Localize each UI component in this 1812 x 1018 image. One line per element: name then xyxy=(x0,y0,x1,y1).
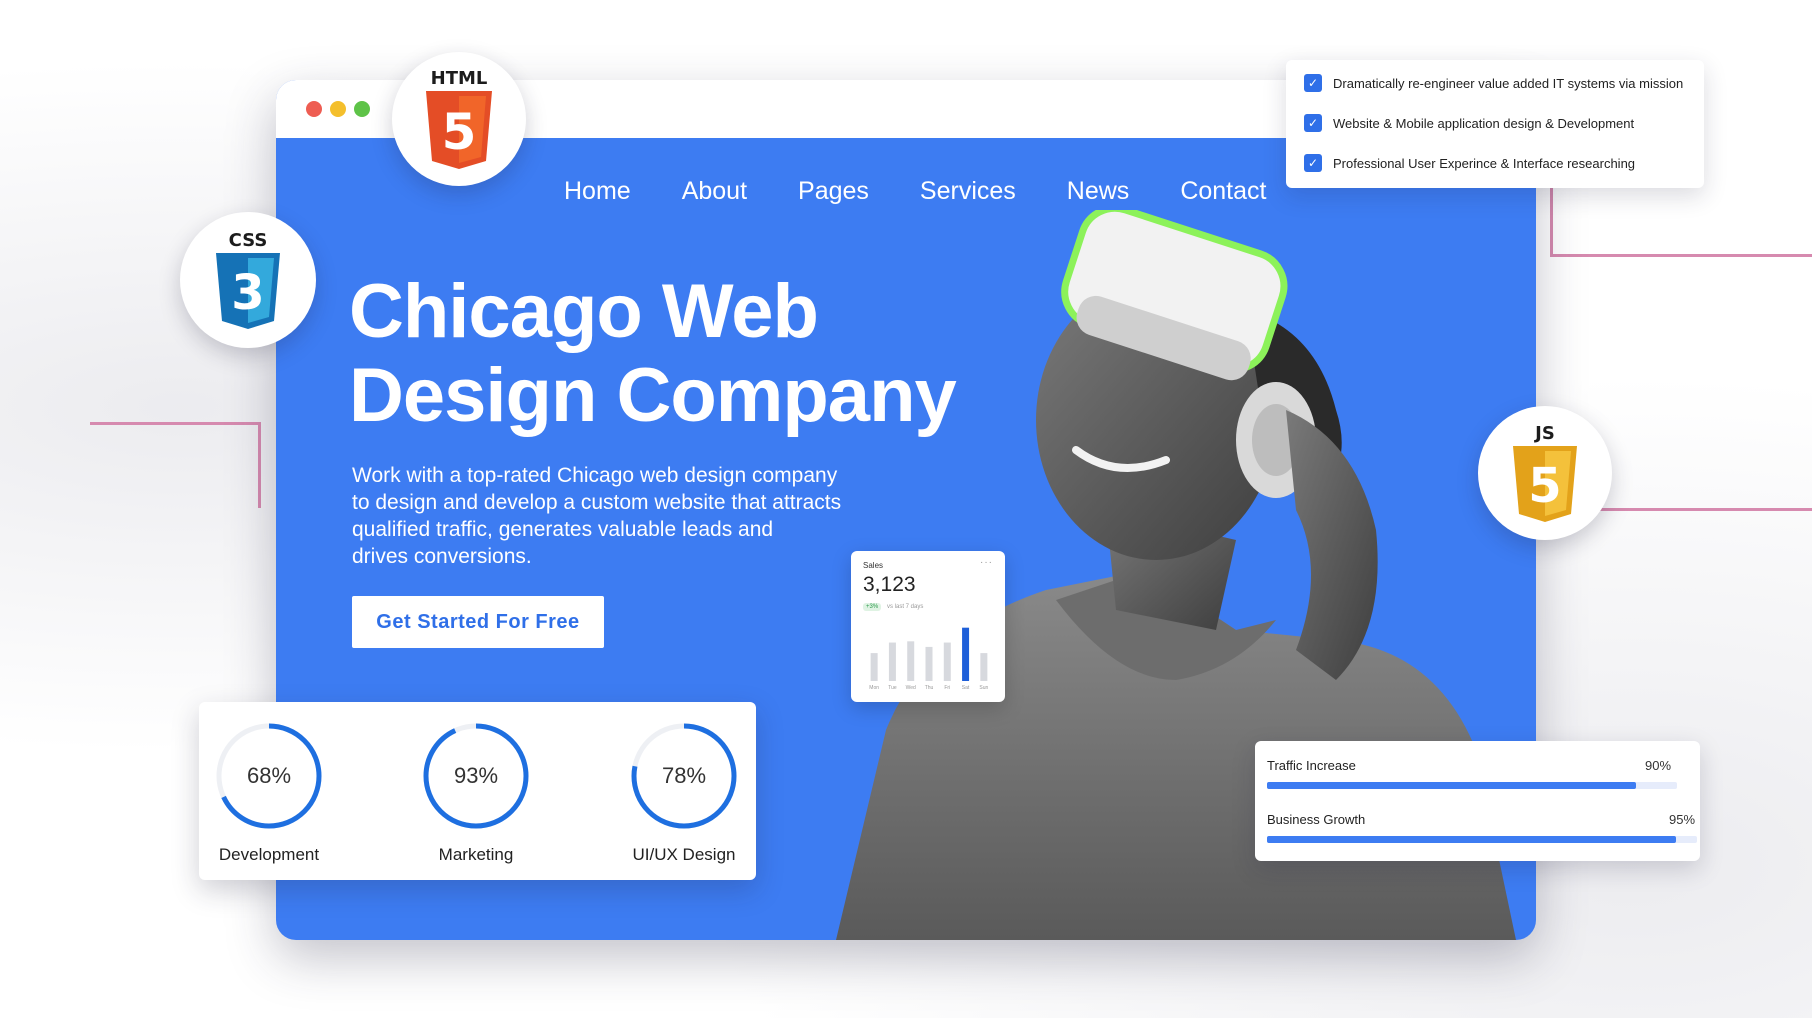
decor-line xyxy=(1550,188,1553,256)
get-started-button[interactable]: Get Started For Free xyxy=(352,596,604,648)
nav-item-about[interactable]: About xyxy=(682,177,747,206)
js-digit: 5 xyxy=(1528,458,1561,514)
html5-label: HTML xyxy=(430,67,488,89)
javascript-badge: JS 5 xyxy=(1478,406,1612,540)
progress-fill xyxy=(1267,782,1636,789)
progress-ring: 68% xyxy=(215,722,323,830)
hero-subtitle-line: qualified traffic, generates valuable le… xyxy=(352,518,774,541)
sales-bar xyxy=(962,627,970,681)
progress-ring-label: UI/UX Design xyxy=(632,845,736,864)
sales-day-label: Sat xyxy=(961,685,970,691)
sales-day-label: Sun xyxy=(979,685,989,691)
progress-ring-label: Marketing xyxy=(438,845,514,864)
progress-value: 95% xyxy=(1669,812,1696,827)
main-nav: Home About Pages Services News Contact xyxy=(564,177,1317,206)
sales-bar xyxy=(943,642,951,681)
progress-track xyxy=(1267,836,1697,843)
sales-label: Sales xyxy=(863,561,884,570)
progress-ring-value: 78% xyxy=(661,763,707,788)
progress-track xyxy=(1267,782,1677,789)
nav-item-services[interactable]: Services xyxy=(920,177,1016,206)
nav-item-home[interactable]: Home xyxy=(564,177,631,206)
more-options-icon[interactable]: ··· xyxy=(980,557,993,568)
checklist-item-text: Website & Mobile application design & De… xyxy=(1333,115,1635,131)
maximize-window-button[interactable] xyxy=(354,101,370,117)
progress-ring: 93% xyxy=(422,722,530,830)
css3-label: CSS xyxy=(228,229,268,251)
progress-value: 90% xyxy=(1645,758,1672,773)
decor-line xyxy=(1550,254,1812,257)
decor-line xyxy=(258,422,261,508)
js-shield-icon: 5 xyxy=(1513,445,1577,522)
hero-subtitle-line: drives conversions. xyxy=(352,545,532,568)
checklist-item: ✓ Dramatically re-engineer value added I… xyxy=(1304,74,1683,92)
sales-day-label: Mon xyxy=(869,685,880,691)
hero-subtitle-line: to design and develop a custom website t… xyxy=(352,491,842,514)
hero-subtitle: Work with a top-rated Chicago web design… xyxy=(352,462,872,570)
hero-subtitle-line: Work with a top-rated Chicago web design… xyxy=(352,464,838,487)
checklist-item: ✓ Website & Mobile application design & … xyxy=(1304,114,1634,132)
progress-label: Business Growth xyxy=(1267,812,1366,827)
progress-ring: 78% xyxy=(630,722,738,830)
sales-change-note: vs last 7 days xyxy=(887,604,924,610)
progress-ring-value: 68% xyxy=(246,763,292,788)
sales-change-badge: +3% xyxy=(863,603,882,611)
css3-badge: CSS 3 xyxy=(180,212,316,348)
sales-day-labels: Mon Tue Wed Thu Fri Sat Sun xyxy=(865,685,993,693)
progress-ring-label: Development xyxy=(218,845,320,864)
progress-fill xyxy=(1267,836,1676,843)
checklist-item: ✓ Professional User Experince & Interfac… xyxy=(1304,154,1635,172)
nav-item-news[interactable]: News xyxy=(1067,177,1130,206)
sales-bar xyxy=(870,653,878,681)
css3-digit: 3 xyxy=(231,265,264,321)
stats-card: 68% Development 93% Marketing 78% UI/UX Desig… xyxy=(199,702,756,880)
sales-bar xyxy=(888,642,896,681)
feature-checklist: ✓ Dramatically re-engineer value added I… xyxy=(1286,60,1704,188)
sales-day-label: Tue xyxy=(888,685,897,691)
close-window-button[interactable] xyxy=(306,101,322,117)
progress-label: Traffic Increase xyxy=(1267,758,1356,773)
sales-bar xyxy=(980,653,988,681)
growth-progress-card: Traffic Increase 90% Business Growth 95% xyxy=(1255,741,1700,861)
nav-item-pages[interactable]: Pages xyxy=(798,177,869,206)
css3-shield-icon: 3 xyxy=(216,252,280,329)
html5-digit: 5 xyxy=(442,103,477,161)
decor-line xyxy=(90,422,260,425)
checklist-item-text: Dramatically re-engineer value added IT … xyxy=(1333,75,1684,91)
checkbox-checked-icon[interactable]: ✓ xyxy=(1304,154,1322,172)
checkbox-checked-icon[interactable]: ✓ xyxy=(1304,114,1322,132)
sales-widget: Sales ··· 3,123 +3% vs last 7 days Mon Tu… xyxy=(851,551,1005,702)
progress-ring-value: 93% xyxy=(453,763,499,788)
sales-bar xyxy=(907,641,915,681)
minimize-window-button[interactable] xyxy=(330,101,346,117)
html5-badge: HTML 5 xyxy=(392,52,526,186)
hero-title-line: Chicago Web xyxy=(349,269,819,354)
checklist-item-text: Professional User Experince & Interface … xyxy=(1333,155,1636,171)
js-label: JS xyxy=(1535,422,1555,444)
checkbox-checked-icon[interactable]: ✓ xyxy=(1304,74,1322,92)
html5-shield-icon: 5 xyxy=(426,90,492,169)
sales-value: 3,123 xyxy=(863,573,916,596)
nav-item-contact[interactable]: Contact xyxy=(1180,177,1266,206)
sales-bar-chart xyxy=(870,627,988,681)
sales-day-label: Thu xyxy=(924,685,934,691)
sales-day-label: Fri xyxy=(944,685,951,691)
sales-bar xyxy=(925,646,933,681)
sales-day-label: Wed xyxy=(905,685,916,691)
